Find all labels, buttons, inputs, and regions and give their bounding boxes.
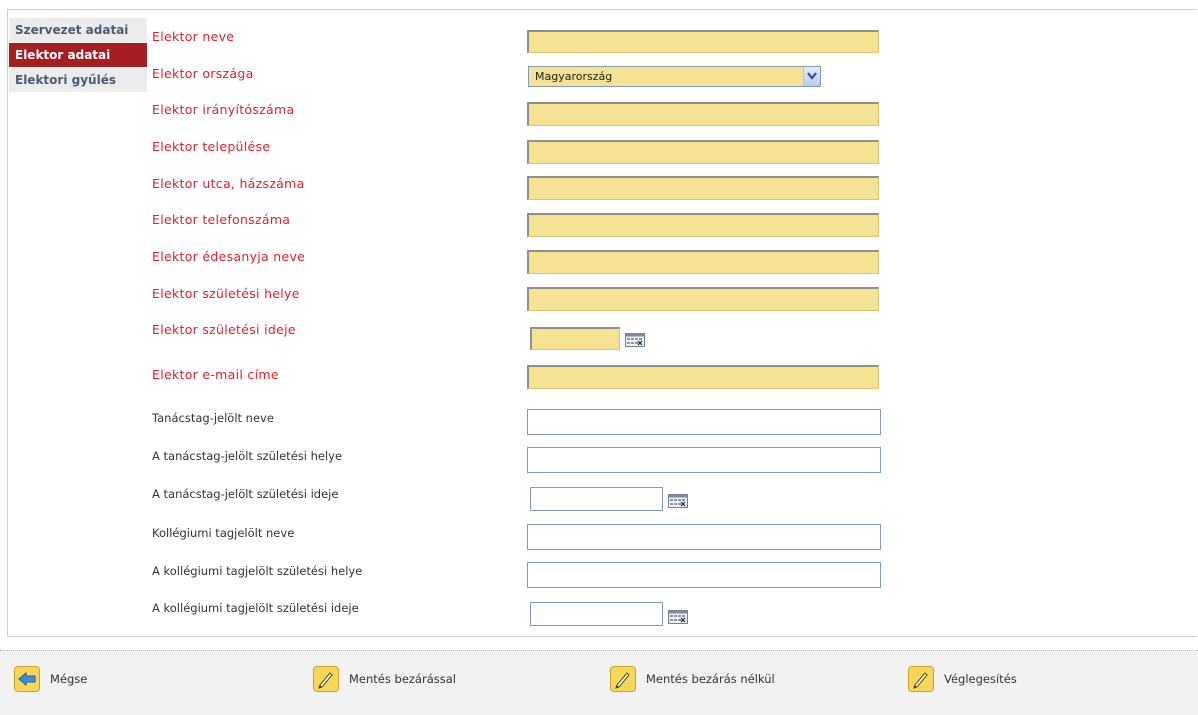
- elektor-szul-helye-label: Elektor születési helye: [152, 286, 300, 301]
- elektor-telepulese-field[interactable]: [527, 140, 879, 164]
- kollegiumi-szul-ideje-label: A kollégiumi tagjelölt születési ideje: [152, 601, 359, 615]
- elektor-edesanyja-label: Elektor édesanyja neve: [152, 249, 306, 264]
- finalize-label: Véglegesítés: [944, 672, 1017, 686]
- elektor-szul-ideje-field[interactable]: [530, 327, 620, 350]
- chevron-down-icon[interactable]: [803, 67, 820, 86]
- pencil-icon: [610, 666, 636, 692]
- elektor-szul-helye-field[interactable]: [527, 287, 879, 311]
- elektor-neve-field[interactable]: [527, 30, 879, 53]
- kollegiumi-neve-label: Kollégiumi tagjelölt neve: [152, 526, 295, 540]
- tanacstag-szul-helye-field[interactable]: [527, 447, 881, 473]
- elektor-email-label: Elektor e-mail címe: [152, 367, 279, 382]
- finalize-button[interactable]: Véglegesítés: [908, 665, 1017, 693]
- elektor-orszaga-value: Magyarország: [535, 70, 613, 83]
- elektor-telefonszama-field[interactable]: [527, 213, 879, 237]
- tab-szervezet-adatai[interactable]: Szervezet adatai: [9, 18, 147, 43]
- elektor-utca-label: Elektor utca, házszáma: [152, 176, 305, 191]
- tab-elektor-adatai[interactable]: Elektor adatai: [9, 43, 147, 68]
- tanacstag-szul-ideje-field[interactable]: [530, 487, 663, 511]
- elektor-email-field[interactable]: [527, 365, 879, 389]
- elektor-utca-field[interactable]: [527, 176, 879, 200]
- save-no-close-button[interactable]: Mentés bezárás nélkül: [610, 665, 775, 693]
- elektor-edesanyja-field[interactable]: [527, 250, 879, 274]
- elektor-iranyitoszama-field[interactable]: [527, 102, 879, 126]
- tanacstag-neve-label: Tanácstag-jelölt neve: [152, 411, 274, 425]
- elektor-orszaga-select[interactable]: Magyarország: [528, 66, 821, 87]
- elektor-szul-ideje-label: Elektor születési ideje: [152, 322, 296, 337]
- calendar-icon[interactable]: [625, 332, 645, 347]
- pencil-icon: [313, 666, 339, 692]
- kollegiumi-szul-ideje-field[interactable]: [530, 602, 663, 626]
- tanacstag-neve-field[interactable]: [527, 409, 881, 435]
- section-tabs: Szervezet adatai Elektor adatai Elektori…: [9, 18, 147, 93]
- pencil-icon: [908, 666, 934, 692]
- back-arrow-icon: [14, 666, 40, 692]
- tanacstag-szul-helye-label: A tanácstag-jelölt születési helye: [152, 449, 343, 463]
- calendar-icon[interactable]: [668, 609, 688, 624]
- elektor-neve-label: Elektor neve: [152, 29, 235, 44]
- save-close-button[interactable]: Mentés bezárással: [313, 665, 456, 693]
- save-close-label: Mentés bezárással: [349, 672, 456, 686]
- tab-elektori-gyules[interactable]: Elektori gyűlés: [9, 68, 147, 93]
- kollegiumi-szul-helye-field[interactable]: [527, 562, 881, 588]
- tanacstag-szul-ideje-label: A tanácstag-jelölt születési ideje: [152, 487, 339, 501]
- kollegiumi-szul-helye-label: A kollégiumi tagjelölt születési helye: [152, 564, 363, 578]
- bottom-toolbar: [0, 651, 1198, 715]
- calendar-icon[interactable]: [668, 493, 688, 508]
- kollegiumi-neve-field[interactable]: [527, 524, 881, 550]
- cancel-button[interactable]: Mégse: [14, 665, 87, 693]
- save-no-close-label: Mentés bezárás nélkül: [646, 672, 775, 686]
- elektor-iranyitoszama-label: Elektor irányítószáma: [152, 102, 295, 117]
- cancel-label: Mégse: [50, 672, 88, 686]
- elektor-telefonszama-label: Elektor telefonszáma: [152, 212, 291, 227]
- elektor-telepulese-label: Elektor települése: [152, 139, 271, 154]
- elektor-orszaga-label: Elektor országa: [152, 66, 254, 81]
